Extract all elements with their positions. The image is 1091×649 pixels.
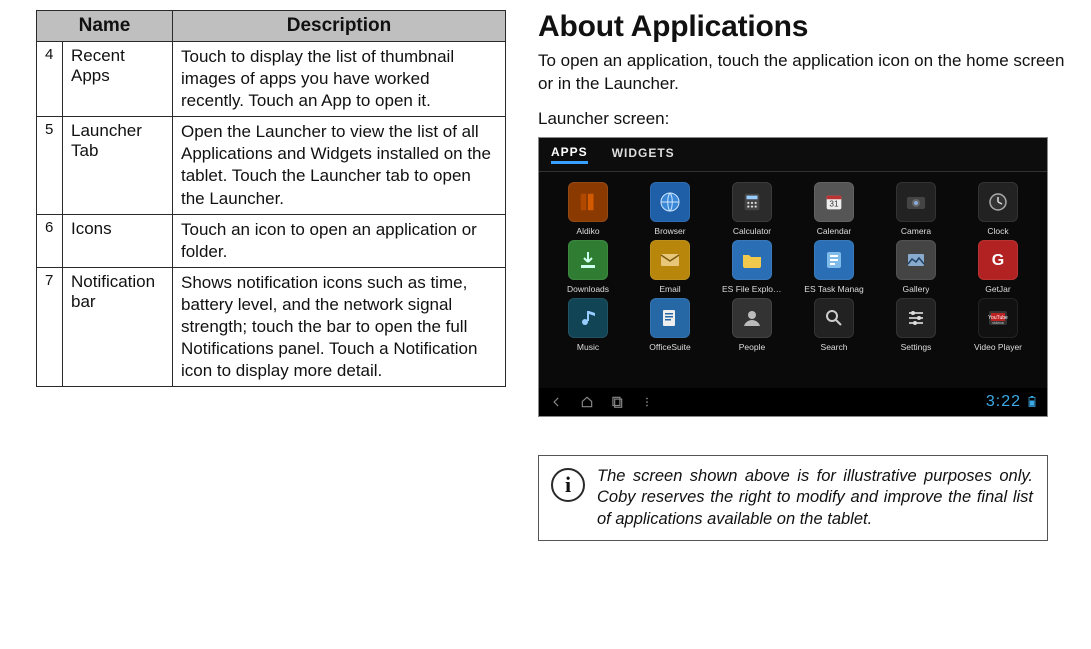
clock-time: 3:22 — [986, 393, 1021, 411]
intro-paragraph: To open an application, touch the applic… — [538, 50, 1071, 96]
app-label: Email — [659, 284, 680, 294]
app-label: ES Task Manag — [804, 284, 863, 294]
row-number: 6 — [37, 214, 63, 267]
es-task-manager-icon — [814, 240, 854, 280]
row-number: 5 — [37, 117, 63, 214]
app-clock[interactable]: Clock — [959, 182, 1037, 236]
row-number: 7 — [37, 267, 63, 386]
info-note-text: The screen shown above is for illustrati… — [597, 466, 1033, 530]
email-icon — [650, 240, 690, 280]
row-number: 4 — [37, 42, 63, 117]
app-aldiko[interactable]: Aldiko — [549, 182, 627, 236]
app-label: Video Player — [974, 342, 1022, 352]
row-description: Touch to display the list of thumbnail i… — [173, 42, 506, 117]
row-name: Notification bar — [63, 267, 173, 386]
app-label: ES File Explorer — [722, 284, 782, 294]
section-heading: About Applications — [538, 10, 1071, 44]
app-camera[interactable]: Camera — [877, 182, 955, 236]
app-label: Search — [821, 342, 848, 352]
camera-icon — [896, 182, 936, 222]
back-icon[interactable] — [549, 395, 565, 409]
launcher-screenshot: APPS WIDGETS Aldiko Browser — [538, 137, 1048, 417]
row-name: Launcher Tab — [63, 117, 173, 214]
table-header-description: Description — [173, 11, 506, 42]
info-icon: i — [551, 468, 585, 502]
table-row: 4 Recent Apps Touch to display the list … — [37, 42, 506, 117]
app-email[interactable]: Email — [631, 240, 709, 294]
app-label: Clock — [987, 226, 1008, 236]
recent-apps-icon[interactable] — [609, 395, 625, 409]
app-settings[interactable]: Settings — [877, 298, 955, 352]
row-description: Touch an icon to open an application or … — [173, 214, 506, 267]
svg-text:videos: videos — [992, 320, 1004, 325]
app-label: Settings — [901, 342, 932, 352]
launcher-screen-label: Launcher screen: — [538, 108, 1071, 131]
app-calendar[interactable]: 31 Calendar — [795, 182, 873, 236]
app-label: Aldiko — [576, 226, 599, 236]
app-getjar[interactable]: G GetJar — [959, 240, 1037, 294]
app-calculator[interactable]: Calculator — [713, 182, 791, 236]
row-description: Open the Launcher to view the list of al… — [173, 117, 506, 214]
app-search[interactable]: Search — [795, 298, 873, 352]
name-description-table: Name Description 4 Recent Apps Touch to … — [36, 10, 506, 387]
aldiko-icon — [568, 182, 608, 222]
table-row: 6 Icons Touch an icon to open an applica… — [37, 214, 506, 267]
app-label: Gallery — [903, 284, 930, 294]
app-label: Music — [577, 342, 599, 352]
app-music[interactable]: Music — [549, 298, 627, 352]
svg-text:G: G — [992, 252, 1004, 269]
clock-icon — [978, 182, 1018, 222]
table-row: 5 Launcher Tab Open the Launcher to view… — [37, 117, 506, 214]
app-es-file-explorer[interactable]: ES File Explorer — [713, 240, 791, 294]
app-grid: Aldiko Browser Calculator 31 — [539, 172, 1047, 358]
tab-apps[interactable]: APPS — [551, 145, 588, 164]
video-player-icon: YouTubevideos — [978, 298, 1018, 338]
app-label: Downloads — [567, 284, 609, 294]
calendar-icon: 31 — [814, 182, 854, 222]
app-video-player[interactable]: YouTubevideos Video Player — [959, 298, 1037, 352]
browser-icon — [650, 182, 690, 222]
music-icon — [568, 298, 608, 338]
device-nav-bar: 3:22 — [539, 388, 1047, 416]
downloads-icon — [568, 240, 608, 280]
gallery-icon — [896, 240, 936, 280]
app-label: GetJar — [985, 284, 1011, 294]
officesuite-icon — [650, 298, 690, 338]
settings-icon — [896, 298, 936, 338]
row-name: Recent Apps — [63, 42, 173, 117]
app-label: Browser — [654, 226, 685, 236]
app-label: Camera — [901, 226, 931, 236]
status-clock: 3:22 — [986, 393, 1037, 411]
app-gallery[interactable]: Gallery — [877, 240, 955, 294]
row-description: Shows notification icons such as time, b… — [173, 267, 506, 386]
tab-widgets[interactable]: WIDGETS — [612, 146, 675, 162]
svg-text:31: 31 — [829, 199, 839, 208]
info-note-box: i The screen shown above is for illustra… — [538, 455, 1048, 541]
name-description-table-container: Name Description 4 Recent Apps Touch to … — [36, 10, 506, 541]
calculator-icon — [732, 182, 772, 222]
search-icon — [814, 298, 854, 338]
getjar-icon: G — [978, 240, 1018, 280]
people-icon — [732, 298, 772, 338]
es-file-explorer-icon — [732, 240, 772, 280]
app-browser[interactable]: Browser — [631, 182, 709, 236]
app-downloads[interactable]: Downloads — [549, 240, 627, 294]
app-label: People — [739, 342, 765, 352]
app-es-task-manager[interactable]: ES Task Manag — [795, 240, 873, 294]
home-icon[interactable] — [579, 395, 595, 409]
menu-icon[interactable] — [639, 395, 655, 409]
battery-icon — [1027, 396, 1037, 408]
app-people[interactable]: People — [713, 298, 791, 352]
row-name: Icons — [63, 214, 173, 267]
app-label: Calendar — [817, 226, 852, 236]
app-label: Calculator — [733, 226, 771, 236]
table-row: 7 Notification bar Shows notification ic… — [37, 267, 506, 386]
device-tabs: APPS WIDGETS — [539, 138, 1047, 172]
table-header-name: Name — [37, 11, 173, 42]
app-label: OfficeSuite — [649, 342, 690, 352]
app-officesuite[interactable]: OfficeSuite — [631, 298, 709, 352]
